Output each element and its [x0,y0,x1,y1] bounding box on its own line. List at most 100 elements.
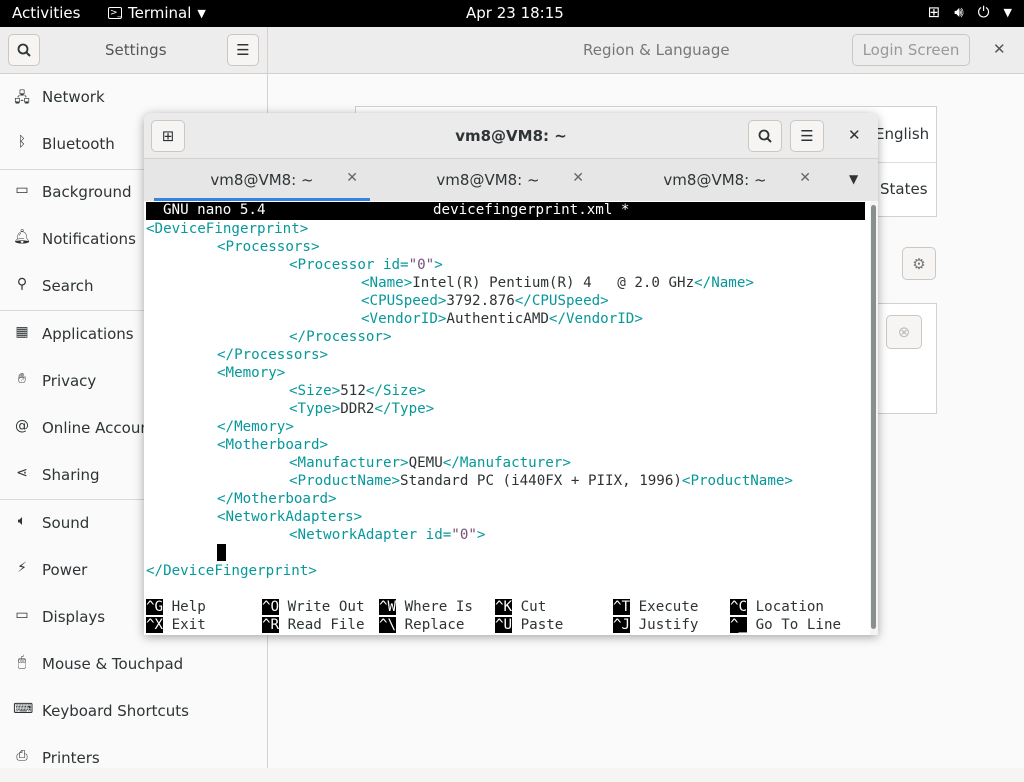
code-line: <Type>DDR2</Type> [289,401,435,417]
search-icon [17,43,31,57]
login-screen-button[interactable]: Login Screen [852,34,970,66]
shortcut-item[interactable]: ^X Exit [146,616,206,634]
network-icon: ⊞ [927,3,941,21]
terminal-icon: >_ [108,7,123,19]
text-cursor [217,544,226,561]
power-icon: ⏻ [977,3,990,21]
sidebar-item-label: Power [42,561,88,579]
close-icon[interactable]: ✕ [799,170,811,186]
activities-button[interactable]: Activities [12,4,80,22]
sidebar-item-label: Search [42,277,94,295]
sidebar-item-label: Mouse & Touchpad [42,655,184,673]
sidebar-item-label: Network [42,88,105,106]
grid-icon: ▦ [15,324,29,340]
background-icon: ▭ [15,182,29,198]
shortcut-item[interactable]: ^U Paste [495,616,563,634]
close-icon[interactable]: ✕ [993,40,1006,58]
sidebar-item-label: Bluetooth [42,135,115,153]
app-menu[interactable]: >_ Terminal ▼ [108,4,206,22]
sidebar-item-printers[interactable]: ⎙ Printers [0,735,267,782]
terminal-tab[interactable]: vm8@VM8: ~ ✕ [607,159,823,201]
formats-value[interactable]: States [880,180,928,198]
terminal-tab-bar: vm8@VM8: ~ ✕ vm8@VM8: ~ ✕ vm8@VM8: ~ ✕ ▼ [144,159,878,202]
sidebar-item-label: Keyboard Shortcuts [42,702,189,720]
share-icon: ⋖ [16,465,28,481]
options-button[interactable]: ⚙ [902,247,936,280]
close-icon[interactable]: ✕ [848,126,861,144]
sidebar-item-label: Applications [42,325,134,343]
clock[interactable]: Apr 23 18:15 [466,4,564,22]
shortcut-item[interactable]: ^J Justify [613,616,698,634]
code-line: <Manufacturer>QEMU</Manufacturer> [289,455,571,471]
close-icon[interactable]: ✕ [346,170,358,186]
display-icon: ▭ [15,607,29,623]
terminal-menu-button[interactable]: ☰ [790,120,824,152]
remove-source-button[interactable]: ⊗ [886,315,922,349]
nano-editor[interactable]: GNU nano 5.4 devicefingerprint.xml * <De… [144,201,870,635]
shortcut-item[interactable]: ^K Cut [495,598,546,616]
shortcut-item[interactable]: ^O Write Out [262,598,365,616]
sidebar-item-keyboard-shortcuts[interactable]: ⌨︎ Keyboard Shortcuts [0,688,267,735]
chevron-down-icon[interactable]: ▼ [849,172,858,186]
code-line: </DeviceFingerprint> [146,563,317,579]
settings-title: Settings [105,41,167,59]
tab-label: vm8@VM8: ~ [210,171,314,189]
terminal-search-button[interactable] [748,120,782,152]
code-line: <Size>512</Size> [289,383,426,399]
sidebar-item-label: Sound [42,514,90,532]
sidebar-item-label: Notifications [42,230,136,248]
shortcut-item[interactable]: ^G Help [146,598,206,616]
panel-title: Region & Language [583,41,730,59]
shortcut-item[interactable]: ^T Execute [613,598,698,616]
tab-label: vm8@VM8: ~ [436,171,540,189]
search-button[interactable] [8,34,40,66]
code-line: <Memory> [217,365,286,381]
bell-icon: 🔔︎ [13,229,31,245]
system-tray[interactable]: ⊞ 🔊︎ ⏻ ▼ [928,3,1012,23]
code-line: </Memory> [217,419,294,435]
code-line: </Processor> [289,329,392,345]
hamburger-icon: ☰ [800,127,814,145]
chevron-down-icon: ▼ [197,6,206,20]
speaker-icon: 🔈︎ [17,513,27,529]
sidebar-item-mouse-touchpad[interactable]: 🖱︎ Mouse & Touchpad [0,641,267,688]
shortcut-item[interactable]: ^C Location [730,598,824,616]
bluetooth-icon: ᛒ [17,134,27,150]
scrollbar-thumb[interactable] [871,205,876,629]
terminal-tab[interactable]: vm8@VM8: ~ ✕ [380,159,596,201]
tab-label: vm8@VM8: ~ [663,171,767,189]
remove-icon: ⊗ [897,323,911,341]
shortcut-item[interactable]: ^\ Replace [379,616,464,634]
nano-filename: devicefingerprint.xml * [433,202,630,218]
code-line: <Processors> [217,239,320,255]
sidebar-header: Settings ☰ [0,27,268,74]
close-icon[interactable]: ✕ [572,170,584,186]
sidebar-item-label: Background [42,183,132,201]
search-icon [758,129,772,143]
code-line: <Motherboard> [217,437,329,453]
terminal-window: ⊞ vm8@VM8: ~ ☰ ✕ vm8@VM8: ~ ✕ vm8@VM8: ~… [144,113,878,635]
sidebar-item-label: Sharing [42,466,100,484]
sidebar-item-label: Printers [42,749,100,767]
terminal-tab[interactable]: vm8@VM8: ~ ✕ [154,159,370,201]
code-line: <ProductName>Standard PC (i440FX + PIIX,… [289,473,793,489]
nano-version: GNU nano 5.4 [163,202,266,218]
keyboard-icon: ⌨︎ [13,701,34,717]
menu-button[interactable]: ☰ [227,34,259,66]
hand-icon: ✋︎ [18,371,26,387]
sidebar-item-label: Displays [42,608,106,626]
volume-icon: 🔊︎ [954,3,964,21]
shortcut-item[interactable]: ^R Read File [262,616,365,634]
nano-header: GNU nano 5.4 devicefingerprint.xml * [146,202,865,220]
language-value[interactable]: English [875,125,929,143]
network-icon: 🖧 [14,90,30,106]
terminal-scrollbar[interactable] [870,201,878,635]
code-line: <Processor id="0"> [289,257,443,273]
code-line: <DeviceFingerprint> [146,221,309,237]
gear-icon: ⚙ [912,254,926,273]
at-icon: @ [15,418,29,434]
top-bar: Activities >_ Terminal ▼ Apr 23 18:15 ⊞ … [0,0,1024,27]
shortcut-item[interactable]: ^_ Go To Line [730,616,841,634]
app-menu-label: Terminal [128,4,192,22]
shortcut-item[interactable]: ^W Where Is [379,598,473,616]
